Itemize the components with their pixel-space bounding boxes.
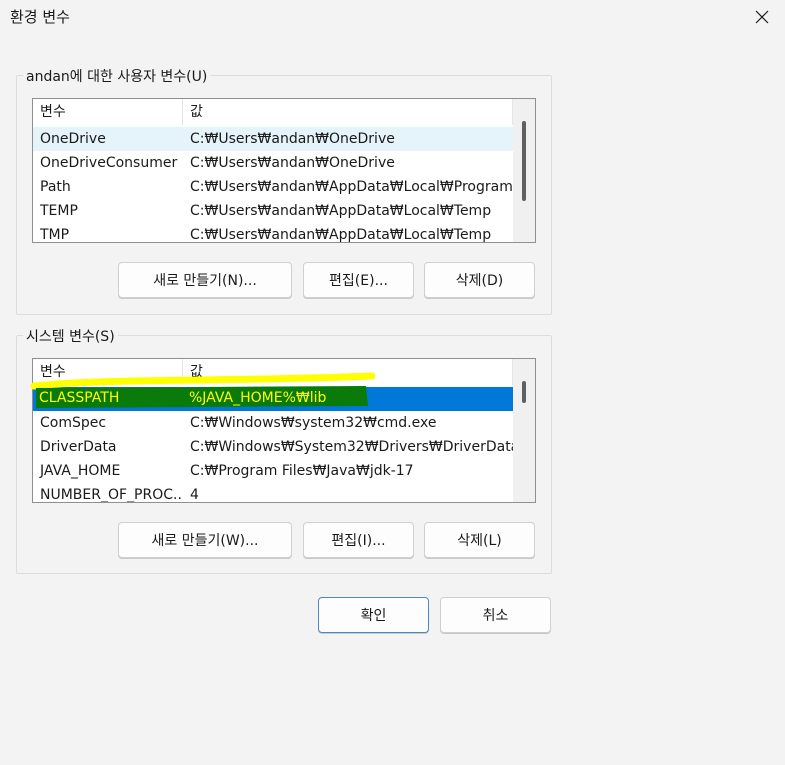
system-var-row[interactable]: ComSpec C:₩Windows₩system32₩cmd.exe [33,411,513,435]
column-header-name[interactable]: 변수 [33,359,183,385]
column-header-value[interactable]: 값 [183,359,513,385]
system-list-header: 변수 값 [33,359,513,385]
title-bar: 환경 변수 [0,0,785,34]
user-var-row[interactable]: TEMP C:₩Users₩andan₩AppData₩Local₩Temp [33,199,513,223]
column-header-name[interactable]: 변수 [33,99,183,125]
var-value: C:₩Users₩andan₩AppData₩Local₩Temp [190,203,492,219]
user-edit-button[interactable]: 편집(E)... [303,262,414,298]
close-button[interactable] [739,0,785,34]
user-list-header: 변수 값 [33,99,513,125]
var-name: TMP [40,227,70,243]
system-var-row[interactable]: DriverData C:₩Windows₩System32₩Drivers₩D… [33,435,513,459]
cancel-button[interactable]: 취소 [440,597,551,633]
scroll-thumb[interactable] [522,121,526,201]
close-icon [755,10,769,24]
system-new-button[interactable]: 새로 만들기(W)... [118,522,292,558]
system-variables-label: 시스템 변수(S) [23,326,118,346]
system-variables-list[interactable]: 변수 값 CLASSPATH %JAVA_HOME%₩lib ComSpec C… [32,358,536,503]
var-name: NUMBER_OF_PROC... [40,487,183,503]
user-variables-list[interactable]: 변수 값 OneDrive C:₩Users₩andan₩OneDrive On… [32,98,536,243]
var-value: 4 [190,487,199,503]
var-value: C:₩Windows₩system32₩cmd.exe [190,415,437,431]
var-value: %JAVA_HOME%₩lib [190,391,328,407]
user-variables-label: andan에 대한 사용자 변수(U) [23,66,211,86]
ok-button[interactable]: 확인 [318,597,429,633]
var-value: C:₩Windows₩System32₩Drivers₩DriverData [190,439,513,455]
var-value: C:₩Users₩andan₩OneDrive [190,155,395,171]
user-delete-button[interactable]: 삭제(D) [424,262,535,298]
column-header-value[interactable]: 값 [183,99,513,125]
var-value: C:₩Users₩andan₩AppData₩Local₩Programs... [190,179,513,195]
var-name: OneDrive [40,131,106,147]
system-var-row[interactable]: NUMBER_OF_PROC... 4 [33,483,513,503]
var-value: C:₩Users₩andan₩OneDrive [190,131,395,147]
var-value: C:₩Program Files₩Java₩jdk-17 [190,463,414,479]
user-var-row[interactable]: TMP C:₩Users₩andan₩AppData₩Local₩Temp [33,223,513,243]
var-name: JAVA_HOME [40,463,121,479]
user-new-button[interactable]: 새로 만들기(N)... [118,262,292,298]
user-var-row[interactable]: OneDrive C:₩Users₩andan₩OneDrive [33,127,513,151]
var-name: DriverData [40,439,117,455]
system-list-scrollbar[interactable] [513,359,535,502]
var-name: Path [40,179,71,195]
var-value: C:₩Users₩andan₩AppData₩Local₩Temp [190,227,492,243]
window-title: 환경 변수 [10,8,70,26]
var-name: CLASSPATH [40,391,121,407]
var-name: TEMP [40,203,78,219]
var-name: OneDriveConsumer [40,155,178,171]
user-var-row[interactable]: Path C:₩Users₩andan₩AppData₩Local₩Progra… [33,175,513,199]
var-name: ComSpec [40,415,107,431]
system-delete-button[interactable]: 삭제(L) [424,522,535,558]
system-var-row-selected[interactable]: CLASSPATH %JAVA_HOME%₩lib [33,387,513,411]
system-edit-button[interactable]: 편집(I)... [303,522,414,558]
scroll-thumb[interactable] [522,381,526,403]
system-var-row[interactable]: JAVA_HOME C:₩Program Files₩Java₩jdk-17 [33,459,513,483]
user-list-scrollbar[interactable] [513,99,535,242]
user-var-row[interactable]: OneDriveConsumer C:₩Users₩andan₩OneDrive [33,151,513,175]
